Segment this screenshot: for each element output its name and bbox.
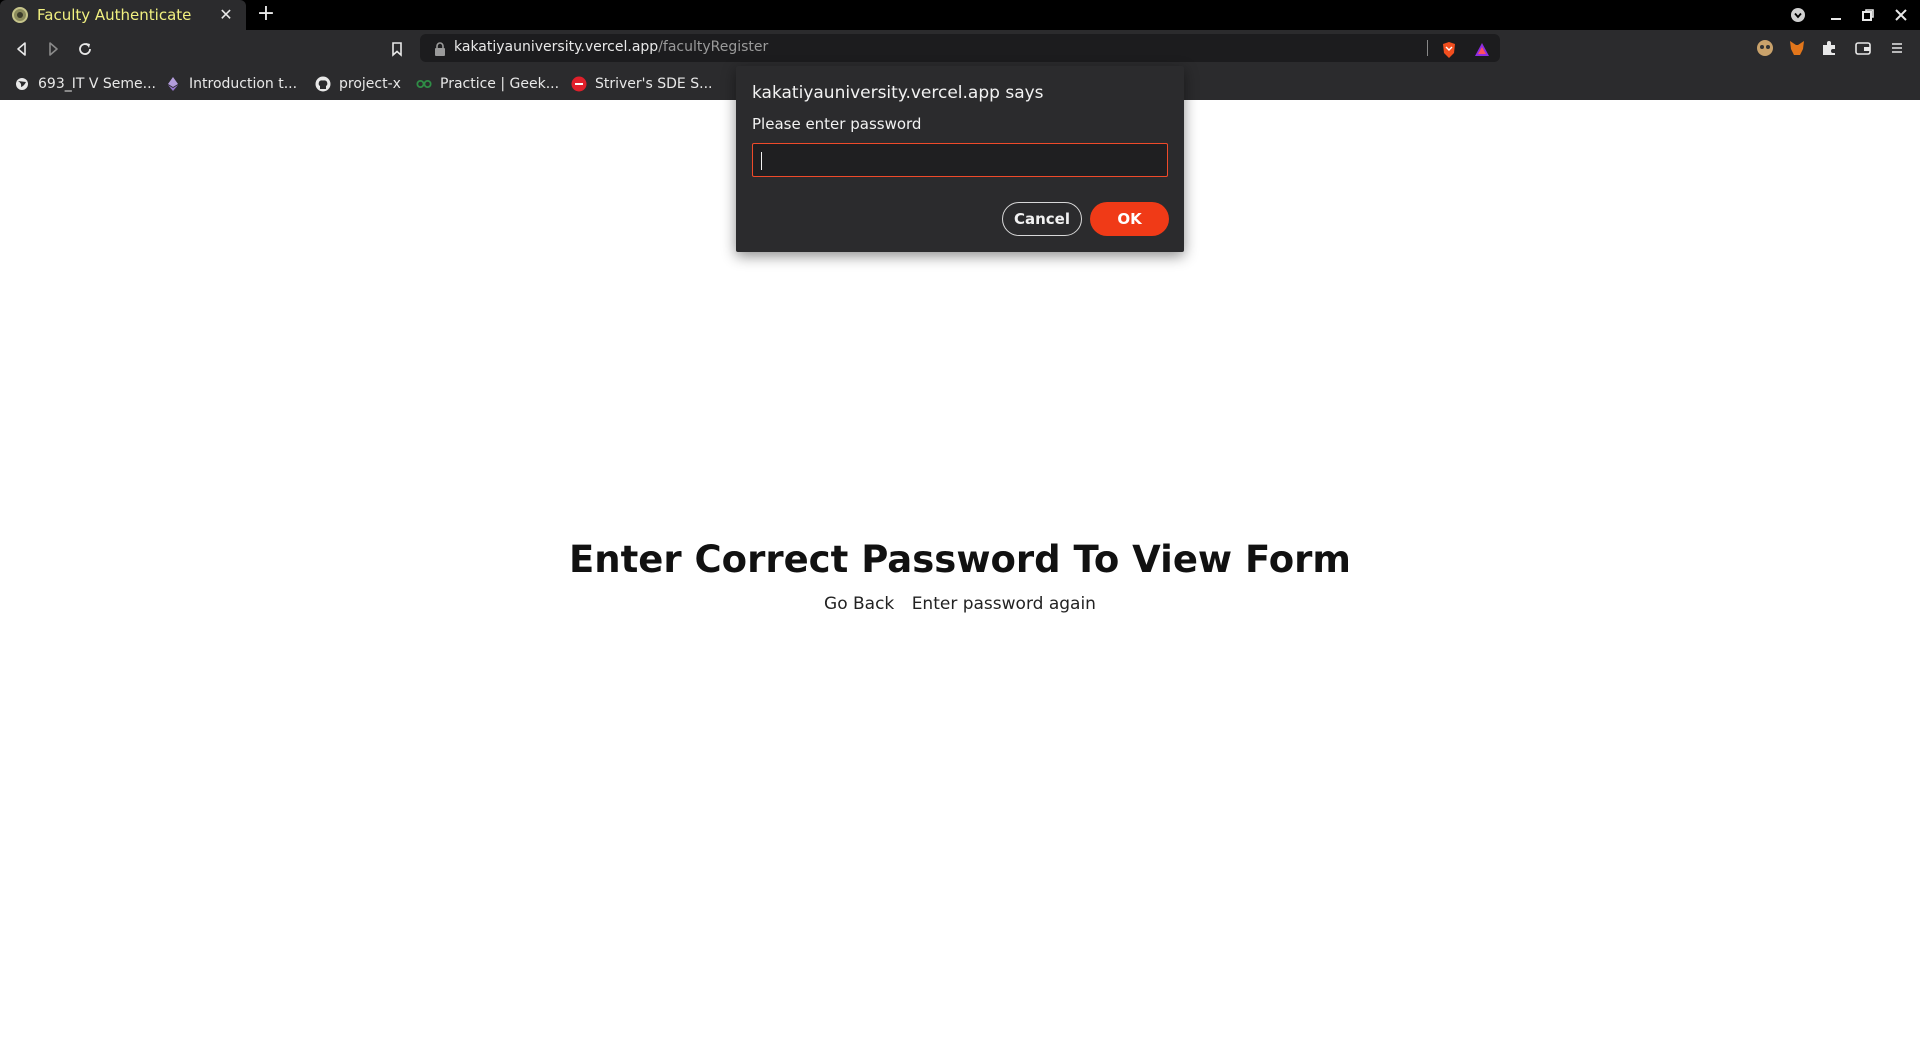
tab-strip: Faculty Authenticate ✕ + <box>0 0 1920 30</box>
minimize-icon[interactable] <box>1826 5 1846 25</box>
ok-button[interactable]: OK <box>1090 202 1169 236</box>
ethereum-icon <box>165 76 181 92</box>
page-links: Go Back Enter password again <box>0 594 1920 614</box>
brave-rewards-icon[interactable] <box>1473 41 1491 59</box>
cancel-button[interactable]: Cancel <box>1002 202 1082 236</box>
tab-title: Faculty Authenticate <box>37 6 192 24</box>
bookmark-item[interactable]: project-x <box>315 74 401 94</box>
brave-shields-icon[interactable] <box>1440 41 1458 59</box>
reload-icon[interactable] <box>74 38 96 60</box>
dialog-message: Please enter password <box>752 115 922 133</box>
tab-search-icon[interactable] <box>1788 5 1808 25</box>
password-prompt-dialog: kakatiyauniversity.vercel.app says Pleas… <box>736 66 1184 252</box>
bookmark-item[interactable]: 693_IT V Seme... <box>14 74 156 94</box>
extensions-puzzle-icon[interactable] <box>1820 39 1838 57</box>
bookmark-label: 693_IT V Seme... <box>38 76 156 92</box>
back-icon[interactable] <box>11 38 33 60</box>
bookmark-item[interactable]: Introduction t... <box>165 74 297 94</box>
tab-close-icon[interactable]: ✕ <box>216 5 236 25</box>
page-title: Enter Correct Password To View Form <box>569 538 1351 581</box>
bookmark-item[interactable]: Striver's SDE S... <box>571 74 712 94</box>
tuf-icon <box>571 76 587 92</box>
url-path: /facultyRegister <box>658 39 769 55</box>
bookmark-label: Practice | Geek... <box>440 76 560 92</box>
bookmark-label: Striver's SDE S... <box>595 76 713 92</box>
close-window-icon[interactable] <box>1891 5 1911 25</box>
new-tab-button[interactable]: + <box>254 3 278 27</box>
tab-faculty-authenticate[interactable]: Faculty Authenticate ✕ <box>0 0 246 30</box>
text-caret <box>761 152 762 170</box>
forward-icon[interactable] <box>42 38 64 60</box>
restore-icon[interactable] <box>1858 5 1878 25</box>
bookmark-item[interactable]: Practice | Geek... <box>416 74 559 94</box>
menu-icon[interactable] <box>1888 39 1906 57</box>
browser-toolbar: kakatiyauniversity.vercel.app/facultyReg… <box>0 30 1920 66</box>
bookmark-icon[interactable] <box>386 38 408 60</box>
url-host: kakatiyauniversity.vercel.app <box>454 39 659 55</box>
metamask-fox-icon[interactable] <box>1788 39 1806 57</box>
address-bar[interactable]: kakatiyauniversity.vercel.app/facultyReg… <box>420 34 1500 62</box>
geeksforgeeks-icon <box>416 76 432 92</box>
url-text: kakatiyauniversity.vercel.app/facultyReg… <box>454 39 768 55</box>
site-favicon-icon <box>12 7 28 23</box>
github-icon <box>315 76 331 92</box>
password-input[interactable] <box>752 143 1168 177</box>
go-back-link[interactable]: Go Back <box>824 594 894 614</box>
extension-avatar-icon[interactable] <box>1756 39 1774 57</box>
bookmark-label: Introduction t... <box>189 76 298 92</box>
wallet-icon[interactable] <box>1854 39 1872 57</box>
lock-icon <box>434 41 446 56</box>
dialog-title: kakatiyauniversity.vercel.app says <box>752 83 1044 103</box>
url-divider <box>1427 40 1428 56</box>
bookmark-label: project-x <box>339 76 401 92</box>
globe-icon <box>14 76 30 92</box>
enter-password-again-link[interactable]: Enter password again <box>912 594 1096 614</box>
